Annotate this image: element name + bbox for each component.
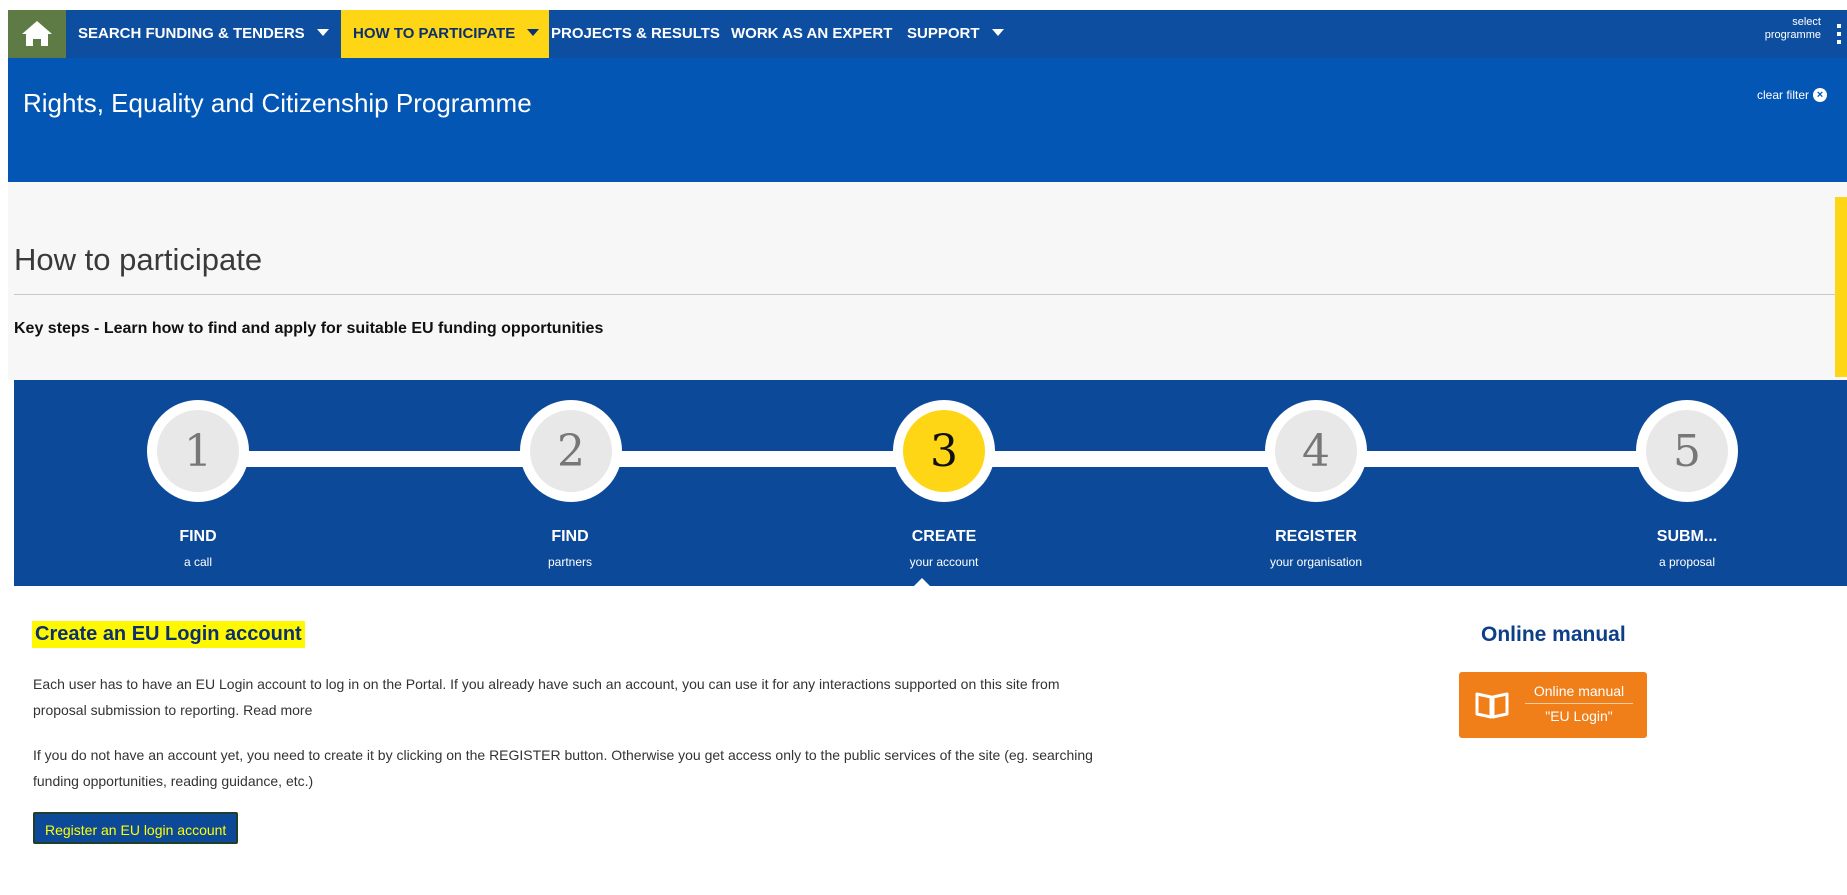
online-manual-button-line2: "EU Login" — [1545, 708, 1613, 724]
step-1-number: 1 — [157, 410, 239, 492]
nav-work-as-expert[interactable]: WORK AS AN EXPERT — [731, 10, 892, 58]
intro-paragraph: Each user has to have an EU Login accoun… — [33, 671, 1243, 723]
step-5-number: 5 — [1646, 410, 1728, 492]
nav-search-funding-tenders-label: SEARCH FUNDING & TENDERS — [78, 25, 305, 42]
nav-how-to-participate-label: HOW TO PARTICIPATE — [353, 25, 516, 42]
nav-search-funding-tenders[interactable]: SEARCH FUNDING & TENDERS — [78, 10, 329, 58]
register-eu-login-button[interactable]: Register an EU login account — [33, 812, 239, 844]
kebab-menu-icon[interactable] — [1837, 22, 1843, 46]
title-divider — [14, 294, 1839, 295]
page-title: How to participate — [14, 242, 263, 277]
side-accent-bar — [1835, 197, 1847, 377]
step-1-circle[interactable]: 1 — [147, 400, 249, 502]
intro-section: How to participate Key steps - Learn how… — [8, 182, 1847, 380]
programme-title: Rights, Equality and Citizenship Program… — [23, 88, 532, 118]
online-manual-heading: Online manual — [1481, 623, 1626, 646]
step-1-title[interactable]: FIND — [108, 528, 288, 546]
step-3-circle[interactable]: 3 — [893, 400, 995, 502]
step-4-title[interactable]: REGISTER — [1226, 528, 1406, 546]
step-2-number: 2 — [530, 410, 612, 492]
step-4-number: 4 — [1275, 410, 1357, 492]
step-3-number: 3 — [903, 410, 985, 492]
select-programme-line2: programme — [1764, 29, 1821, 41]
nav-projects-results-label: PROJECTS & RESULTS — [551, 25, 720, 42]
clear-filter-button[interactable]: clear filter × — [1757, 88, 1827, 102]
chevron-down-icon — [991, 29, 1004, 37]
online-manual-button[interactable]: Online manual "EU Login" — [1459, 672, 1647, 738]
step-3-subtitle: your account — [909, 555, 979, 569]
page-subtitle: Key steps - Learn how to find and apply … — [14, 320, 604, 337]
intro-paragraph-line2: proposal submission to reporting. Read m… — [33, 702, 313, 718]
step-3-title[interactable]: CREATE — [854, 528, 1034, 546]
step-2-circle[interactable]: 2 — [520, 400, 622, 502]
register-paragraph-line2: funding opportunities, reading guidance,… — [33, 773, 314, 789]
step-4-circle[interactable]: 4 — [1265, 400, 1367, 502]
close-circle-icon: × — [1813, 88, 1827, 102]
home-icon — [22, 21, 52, 46]
home-button[interactable] — [8, 10, 66, 58]
step-2-title[interactable]: FIND — [480, 528, 660, 546]
step-4-subtitle: your organisation — [1269, 555, 1363, 569]
step-2-subtitle: partners — [547, 555, 593, 569]
online-manual-button-text: Online manual "EU Login" — [1525, 682, 1633, 725]
book-icon — [1475, 692, 1509, 719]
register-paragraph-line1: If you do not have an account yet, you n… — [33, 747, 1093, 763]
clear-filter-label: clear filter — [1756, 88, 1809, 102]
nav-how-to-participate[interactable]: HOW TO PARTICIPATE — [341, 10, 550, 58]
intro-paragraph-line1: Each user has to have an EU Login accoun… — [33, 676, 1060, 692]
step-5-title[interactable]: SUBM... — [1597, 528, 1777, 546]
nav-support[interactable]: SUPPORT — [907, 10, 1004, 58]
nav-projects-results[interactable]: PROJECTS & RESULTS — [551, 10, 720, 58]
select-programme-button[interactable]: select programme — [1751, 16, 1821, 42]
steps-band: 1 2 3 4 5 FIND a call FIND partners CREA… — [14, 380, 1847, 586]
chevron-down-icon — [316, 29, 329, 37]
programme-header: Rights, Equality and Citizenship Program… — [8, 58, 1847, 182]
select-programme-line1: select — [1792, 16, 1821, 28]
step-1-subtitle: a call — [183, 555, 212, 569]
online-manual-divider — [1525, 703, 1633, 704]
step-5-circle[interactable]: 5 — [1636, 400, 1738, 502]
register-paragraph: If you do not have an account yet, you n… — [33, 742, 1243, 794]
active-step-pointer — [913, 578, 931, 587]
nav-work-as-expert-label: WORK AS AN EXPERT — [731, 25, 893, 42]
top-navigation-bar: SEARCH FUNDING & TENDERS HOW TO PARTICIP… — [8, 10, 1847, 58]
online-manual-button-line1: Online manual — [1533, 683, 1625, 699]
nav-support-label: SUPPORT — [907, 25, 980, 42]
section-heading: Create an EU Login account — [32, 621, 305, 648]
chevron-down-icon — [527, 29, 540, 37]
step-5-subtitle: a proposal — [1658, 555, 1716, 569]
